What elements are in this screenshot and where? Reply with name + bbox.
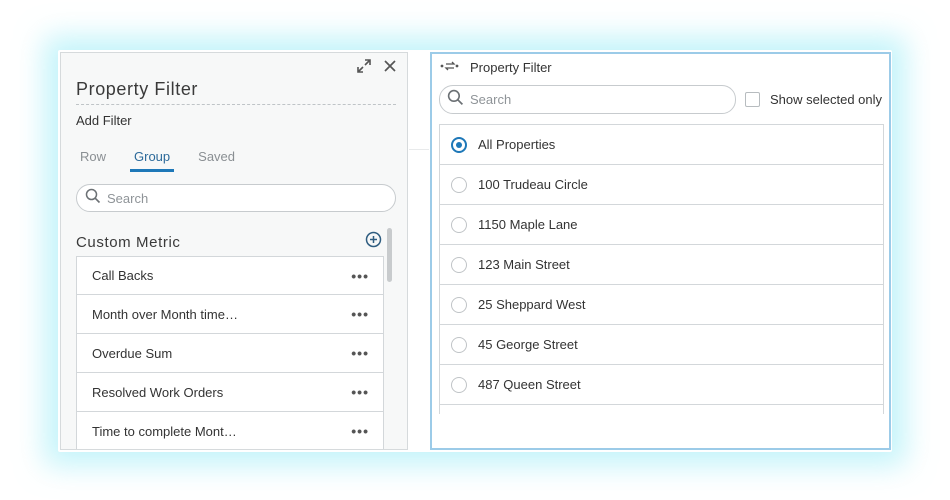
list-item[interactable]: Month over Month time… ••• — [76, 295, 384, 334]
dropdown-header: Property Filter — [440, 60, 552, 75]
option-item[interactable]: 100 Trudeau Circle — [440, 164, 883, 204]
list-item-label: Resolved Work Orders — [92, 384, 224, 400]
option-label: 100 Trudeau Circle — [478, 177, 588, 192]
more-options-icon[interactable]: ••• — [351, 423, 369, 439]
custom-metric-list: Call Backs ••• Month over Month time… ••… — [76, 256, 384, 449]
option-label: 1150 Maple Lane — [478, 217, 578, 232]
property-filter-dropdown-panel: Property Filter Show selected only All P… — [430, 52, 891, 450]
panel-controls — [355, 57, 399, 75]
option-item[interactable]: 123 Main Street — [440, 244, 883, 284]
more-options-icon[interactable]: ••• — [351, 384, 369, 400]
list-scrollbar[interactable] — [387, 228, 392, 282]
more-options-icon[interactable]: ••• — [351, 345, 369, 361]
property-filter-editor-panel: Property Filter Add Filter Row Group Sav… — [60, 52, 408, 450]
search-icon — [85, 188, 101, 209]
list-item[interactable]: Overdue Sum ••• — [76, 334, 384, 373]
radio-icon[interactable] — [451, 336, 467, 353]
link-arrows-icon — [440, 60, 460, 75]
tab-saved[interactable]: Saved — [194, 149, 237, 170]
list-item[interactable]: Time to complete Mont… ••• — [76, 412, 384, 449]
custom-metric-header: Custom Metric — [76, 231, 382, 253]
left-search-box — [76, 184, 396, 212]
option-item[interactable]: All Properties — [440, 124, 883, 164]
list-item-label: Time to complete Mont… — [92, 423, 237, 439]
list-item[interactable]: Call Backs ••• — [76, 256, 384, 295]
tab-row[interactable]: Row — [76, 149, 108, 170]
option-item[interactable]: 1150 Maple Lane — [440, 204, 883, 244]
dropdown-title: Property Filter — [470, 60, 552, 75]
radio-icon[interactable] — [451, 256, 467, 273]
option-item[interactable]: 45 George Street — [440, 324, 883, 364]
panel-gap — [409, 52, 429, 450]
option-item[interactable]: 25 Sheppard West — [440, 284, 883, 324]
list-item[interactable]: Resolved Work Orders ••• — [76, 373, 384, 412]
radio-icon[interactable] — [451, 216, 467, 233]
plus-circle-icon[interactable] — [365, 231, 382, 253]
divider — [409, 149, 429, 150]
option-label: 487 Queen Street — [478, 377, 581, 392]
option-label: 123 Main Street — [478, 257, 570, 272]
panel-title: Property Filter — [76, 79, 396, 105]
filter-tabs: Row Group Saved — [76, 149, 237, 172]
option-label: 25 Sheppard West — [478, 297, 586, 312]
close-icon[interactable] — [381, 57, 399, 75]
section-title: Custom Metric — [76, 233, 181, 251]
left-search-input[interactable] — [107, 190, 367, 206]
radio-icon[interactable] — [451, 376, 467, 393]
add-filter-label: Add Filter — [76, 113, 132, 128]
right-search-input[interactable] — [470, 92, 720, 107]
tab-group[interactable]: Group — [130, 149, 175, 172]
option-label: All Properties — [478, 137, 556, 152]
radio-icon[interactable] — [451, 176, 467, 193]
option-item[interactable]: 487 Queen Street — [440, 364, 883, 404]
show-selected-checkbox[interactable] — [745, 92, 760, 107]
right-search-box — [439, 85, 736, 114]
search-icon — [447, 89, 464, 111]
option-item-partial[interactable] — [440, 404, 883, 414]
radio-selected-icon[interactable] — [451, 136, 467, 153]
more-options-icon[interactable]: ••• — [351, 306, 369, 322]
list-item-label: Call Backs — [92, 268, 154, 283]
more-options-icon[interactable]: ••• — [351, 268, 369, 284]
property-options-list: All Properties 100 Trudeau Circle 1150 M… — [439, 124, 884, 414]
show-selected-label: Show selected only — [770, 92, 883, 107]
radio-icon[interactable] — [451, 296, 467, 313]
show-selected-toggle[interactable]: Show selected only — [745, 92, 882, 107]
list-item-label: Month over Month time… — [92, 306, 238, 322]
option-label: 45 George Street — [478, 337, 578, 352]
list-item-label: Overdue Sum — [92, 345, 173, 361]
expand-icon[interactable] — [355, 57, 373, 75]
